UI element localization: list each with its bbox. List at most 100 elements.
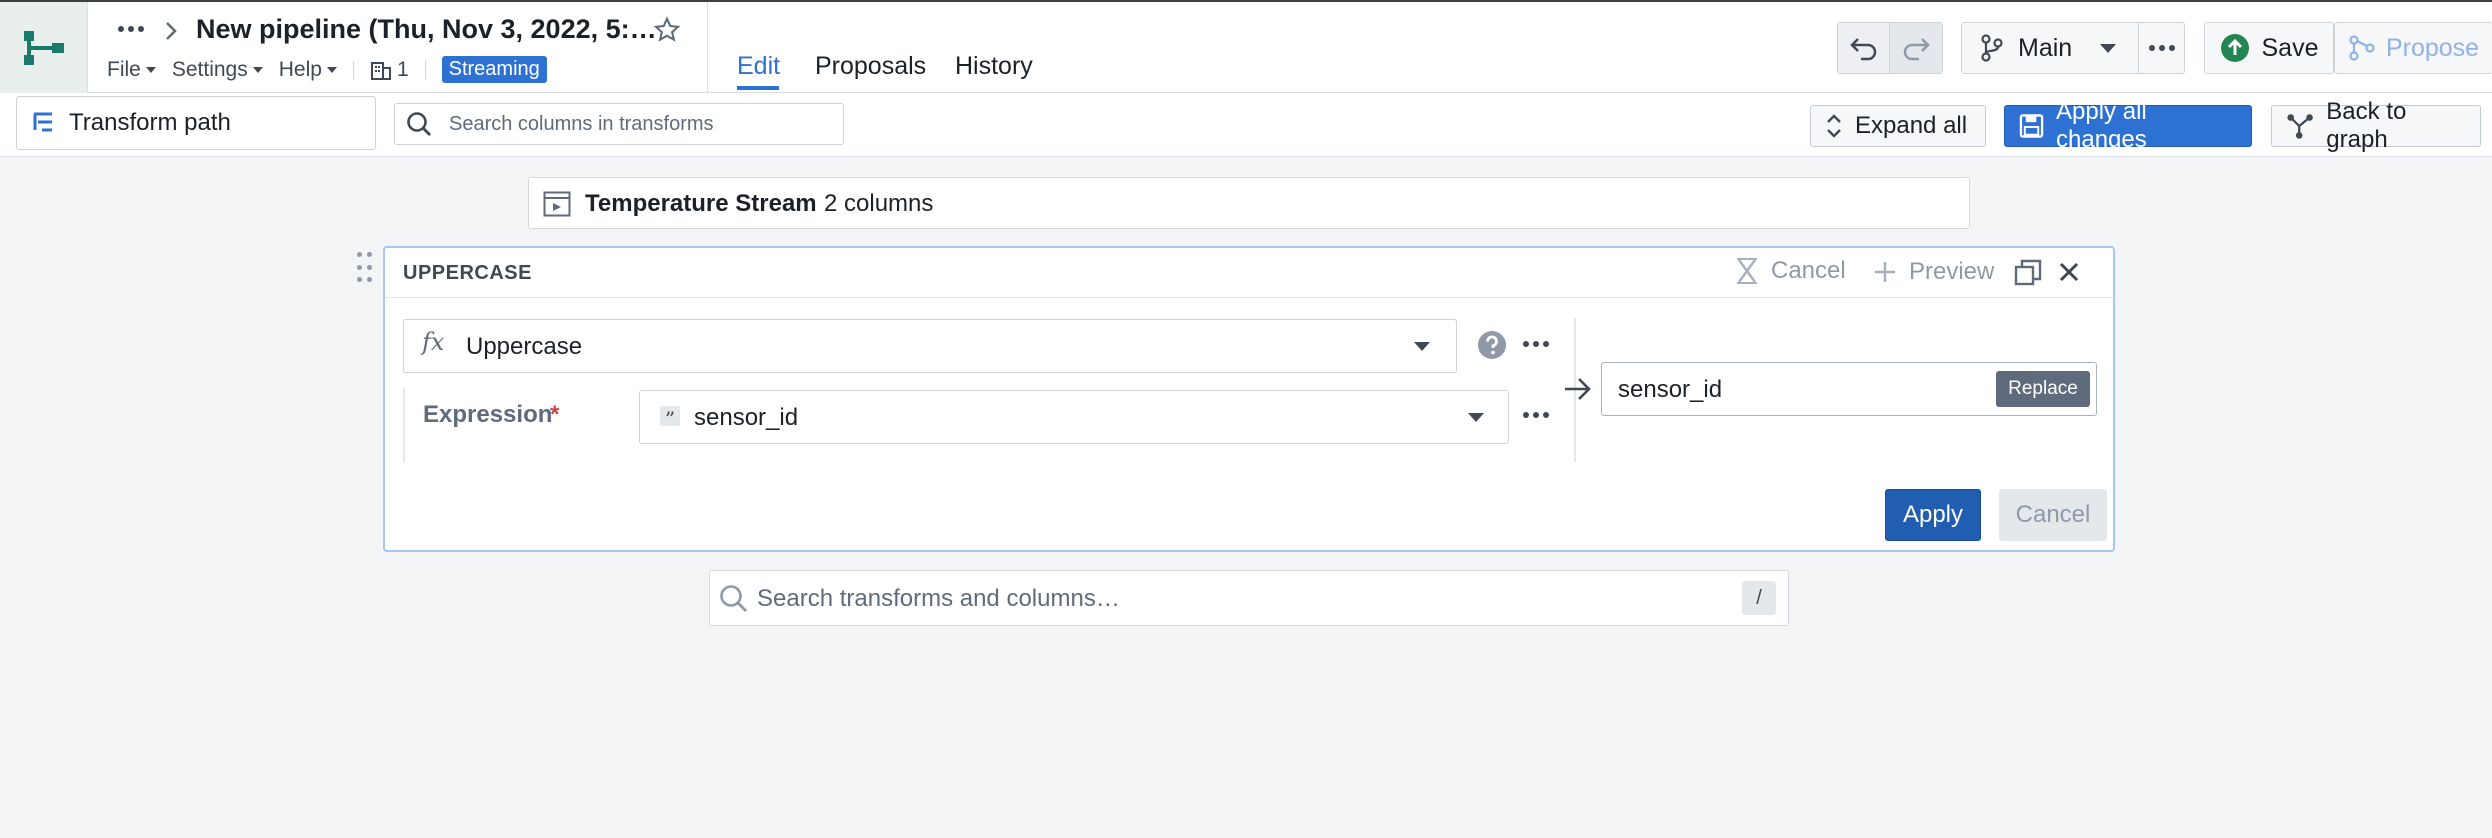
required-indicator: * bbox=[550, 401, 560, 428]
cancel-x-icon bbox=[1737, 258, 1757, 284]
function-selector[interactable]: fx Uppercase bbox=[403, 319, 1457, 373]
more-icon[interactable] bbox=[118, 26, 144, 32]
column-search-input[interactable]: Search columns in transforms bbox=[394, 103, 844, 145]
replace-tag[interactable]: Replace bbox=[1996, 371, 2090, 407]
source-column-count: 2 columns bbox=[824, 190, 934, 217]
caret-down-icon bbox=[145, 66, 156, 73]
star-icon[interactable] bbox=[653, 16, 681, 44]
transform-card: UPPERCASE Cancel Preview fx Uppercase Ex… bbox=[383, 246, 2115, 552]
help-icon[interactable] bbox=[1477, 330, 1507, 360]
add-transform-search-placeholder: Search transforms and columns… bbox=[757, 585, 1120, 612]
function-name: Uppercase bbox=[466, 333, 583, 360]
keyboard-shortcut-hint: / bbox=[1742, 581, 1776, 615]
workspace-count-value: 1 bbox=[396, 57, 409, 81]
source-name: Temperature Stream bbox=[585, 190, 817, 217]
menu-settings[interactable]: Settings bbox=[172, 58, 263, 82]
drag-handle-icon[interactable] bbox=[357, 252, 373, 286]
save-label: Save bbox=[2261, 33, 2319, 62]
expression-label: Expression bbox=[423, 401, 553, 428]
preview-label: Preview bbox=[1909, 258, 1995, 285]
menu-settings-label: Settings bbox=[171, 57, 248, 81]
branch-icon bbox=[1981, 34, 2003, 62]
toolbar: Transform path Search columns in transfo… bbox=[0, 93, 2492, 157]
output-column-value: sensor_id bbox=[1618, 376, 1723, 403]
quote-icon: ” bbox=[660, 406, 680, 431]
back-to-graph-button[interactable]: Back to graph bbox=[2271, 98, 2481, 153]
pipeline-logo-icon bbox=[23, 30, 64, 65]
transform-cancel-label: Cancel bbox=[1771, 257, 1846, 284]
expression-rail bbox=[403, 388, 405, 463]
transform-heading: UPPERCASE bbox=[403, 262, 532, 284]
expand-all-label: Expand all bbox=[1855, 112, 1968, 139]
undo-button[interactable] bbox=[1838, 23, 1891, 73]
menu-file-label: File bbox=[107, 57, 141, 81]
propose-label: Propose bbox=[2385, 33, 2480, 62]
source-dataset-card[interactable]: Temperature Stream 2 columns bbox=[528, 177, 1970, 229]
expand-icon bbox=[1827, 114, 1841, 138]
app-header: New pipeline (Thu, Nov 3, 2022, 5:… File… bbox=[0, 0, 2492, 93]
close-icon[interactable] bbox=[2058, 261, 2080, 283]
cancel-button[interactable]: Cancel bbox=[1999, 489, 2107, 541]
apply-all-changes-label: Apply all changes bbox=[2056, 98, 2147, 153]
menu-file[interactable]: File bbox=[107, 58, 156, 82]
transform-card-header bbox=[385, 248, 2113, 298]
function-more-button[interactable] bbox=[1523, 341, 1549, 347]
search-icon bbox=[720, 585, 747, 612]
propose-icon bbox=[2349, 35, 2375, 61]
propose-button[interactable]: Propose bbox=[2334, 22, 2492, 74]
pipeline-title[interactable]: New pipeline (Thu, Nov 3, 2022, 5:… bbox=[196, 14, 657, 45]
caret-down-icon bbox=[252, 66, 263, 73]
streaming-badge: Streaming bbox=[441, 56, 547, 83]
save-icon bbox=[2220, 34, 2249, 62]
expression-value: sensor_id bbox=[694, 404, 799, 431]
apply-button[interactable]: Apply bbox=[1885, 489, 1981, 541]
title-area: New pipeline (Thu, Nov 3, 2022, 5:… File… bbox=[88, 2, 708, 93]
tab-edit[interactable]: Edit bbox=[737, 52, 780, 81]
undo-icon bbox=[1849, 38, 1876, 61]
caret-down-icon bbox=[326, 66, 337, 73]
back-to-graph-label: Back to graph bbox=[2326, 98, 2407, 153]
caret-down-icon bbox=[1468, 413, 1484, 422]
branch-name: Main bbox=[2018, 33, 2073, 62]
active-tab-indicator bbox=[737, 86, 779, 90]
transform-cancel-button[interactable]: Cancel bbox=[1735, 256, 1846, 286]
caret-down-icon bbox=[1414, 342, 1430, 351]
function-icon: fx bbox=[422, 328, 445, 356]
expression-selector[interactable]: ” sensor_id bbox=[639, 390, 1509, 444]
floppy-icon bbox=[2019, 114, 2044, 138]
branch-more-button[interactable] bbox=[2139, 23, 2184, 73]
tab-history[interactable]: History bbox=[955, 52, 1033, 81]
back-to-graph-icon bbox=[2287, 114, 2313, 139]
caret-down-icon bbox=[2100, 43, 2117, 53]
transform-path-label: Transform path bbox=[69, 109, 231, 136]
workspace-count[interactable]: 1 bbox=[370, 58, 409, 82]
save-button[interactable]: Save bbox=[2204, 22, 2334, 74]
preview-button[interactable]: Preview bbox=[1873, 258, 1994, 286]
copy-icon[interactable] bbox=[2014, 259, 2042, 287]
redo-button[interactable] bbox=[1890, 23, 1942, 73]
output-column-input[interactable]: sensor_id Replace bbox=[1601, 362, 2097, 416]
apply-all-changes-button[interactable]: Apply all changes bbox=[2004, 98, 2252, 153]
branch-selector[interactable]: Main bbox=[1962, 23, 2130, 73]
menu-help-label: Help bbox=[278, 57, 322, 81]
branch-selector-group: Main bbox=[1961, 22, 2185, 74]
menu-bar: File Settings Help 1 Streaming bbox=[107, 56, 547, 83]
table-icon bbox=[543, 191, 571, 217]
redo-icon bbox=[1903, 38, 1930, 61]
transform-path-selector[interactable]: Transform path bbox=[16, 96, 376, 150]
pipeline-logo[interactable] bbox=[0, 2, 88, 93]
tab-proposals[interactable]: Proposals bbox=[815, 52, 926, 81]
add-transform-search-input[interactable]: Search transforms and columns… / bbox=[709, 570, 1789, 626]
chevron-right-icon bbox=[166, 22, 177, 40]
divider bbox=[424, 60, 426, 79]
undo-redo-group bbox=[1837, 22, 1943, 74]
transform-path-icon bbox=[33, 112, 52, 132]
plus-icon bbox=[1875, 262, 1895, 282]
menu-help[interactable]: Help bbox=[279, 58, 337, 82]
expression-more-button[interactable] bbox=[1523, 412, 1549, 418]
expand-all-button[interactable]: Expand all bbox=[1810, 105, 1986, 147]
arrow-right-icon bbox=[1565, 378, 1591, 400]
divider bbox=[352, 60, 354, 79]
building-icon bbox=[370, 61, 391, 80]
search-icon bbox=[407, 112, 431, 136]
